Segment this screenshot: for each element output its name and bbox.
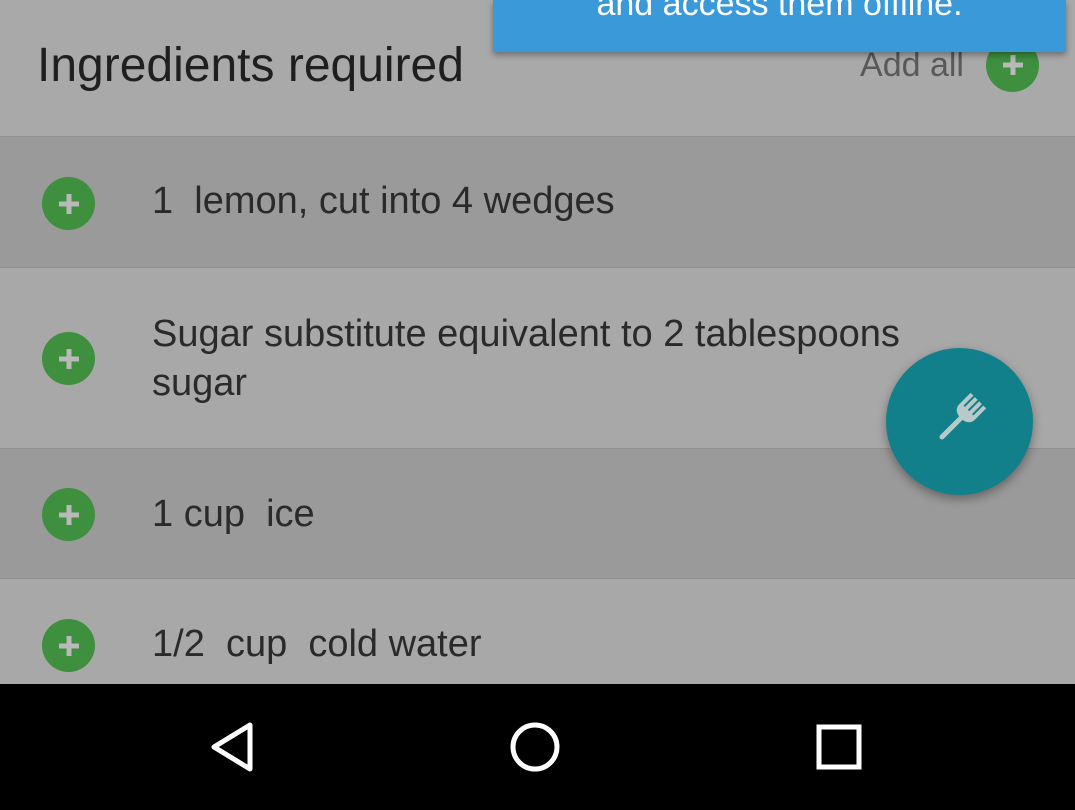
- page-title: Ingredients required: [37, 39, 464, 92]
- offline-toast: and access them offline.: [493, 0, 1066, 52]
- ingredient-text: 1 lemon, cut into 4 wedges: [152, 180, 615, 222]
- add-ingredient-plus-icon[interactable]: [42, 619, 95, 672]
- ingredient-text: 1/2 cup cold water: [152, 623, 482, 665]
- add-ingredient-plus-icon[interactable]: [42, 488, 95, 541]
- add-ingredient-plus-icon[interactable]: [42, 332, 95, 385]
- ingredient-row: 1 lemon, cut into 4 wedges: [0, 136, 1075, 267]
- system-navigation-bar: [0, 684, 1075, 810]
- ingredient-text: Sugar substitute equivalent to 2 tablesp…: [152, 313, 911, 404]
- ingredient-text: 1 cup ice: [152, 493, 315, 535]
- fork-icon: [930, 389, 990, 454]
- ingredient-row: 1/2 cup cold water: [0, 578, 1075, 684]
- recents-button[interactable]: [807, 717, 871, 781]
- cook-fab-button[interactable]: [886, 348, 1033, 495]
- home-circle-icon: [507, 719, 563, 780]
- recipe-ingredients-screen: Ingredients required Add all 1 lemon, cu…: [0, 0, 1075, 684]
- home-button[interactable]: [503, 717, 567, 781]
- recents-square-icon: [811, 719, 867, 780]
- back-triangle-icon: [204, 719, 260, 780]
- add-ingredient-plus-icon[interactable]: [42, 177, 95, 230]
- toast-text: and access them offline.: [596, 0, 963, 23]
- back-button[interactable]: [200, 717, 264, 781]
